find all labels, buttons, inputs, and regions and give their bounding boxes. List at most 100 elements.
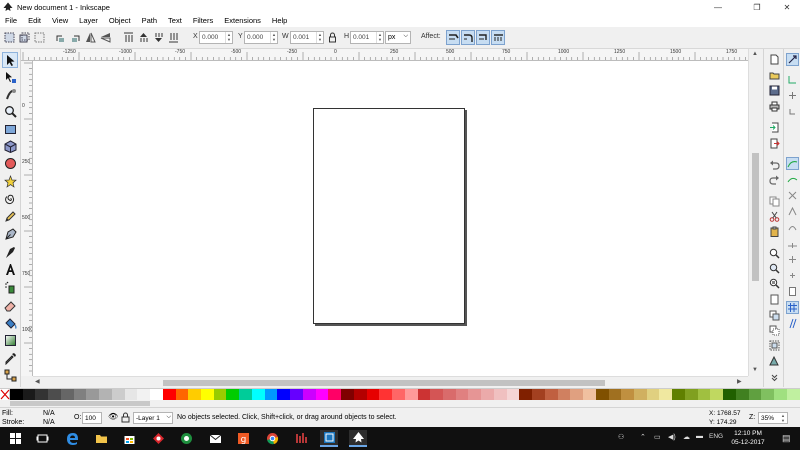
zoom-tool[interactable] <box>2 103 18 119</box>
palette-swatch[interactable] <box>595 389 609 400</box>
palette-swatch[interactable] <box>532 389 545 400</box>
menu-file[interactable]: File <box>2 16 17 25</box>
palette-swatch[interactable] <box>570 389 584 400</box>
palette-swatch[interactable] <box>379 389 393 400</box>
lower-to-bottom-button[interactable] <box>167 31 180 44</box>
fill-value[interactable]: N/A <box>43 410 55 417</box>
opacity-field[interactable]: 100 <box>82 412 102 424</box>
palette-swatch[interactable] <box>519 389 533 400</box>
network-icon[interactable]: ▭ <box>654 433 661 441</box>
taskbar-clock[interactable]: 12:10 PM 05-12-2017 <box>724 429 772 447</box>
palette-swatch[interactable] <box>506 389 520 400</box>
menu-extensions[interactable]: Extensions <box>221 16 261 25</box>
current-layer-select[interactable]: -Layer 1 ⌵ <box>133 412 173 424</box>
ellipse-tool[interactable] <box>2 155 18 171</box>
pen-tool[interactable] <box>2 226 18 242</box>
select-all-layers-button[interactable] <box>18 31 31 44</box>
palette-swatch[interactable] <box>150 389 163 400</box>
palette-swatch[interactable] <box>201 389 214 400</box>
hide-layer-toggle[interactable]: 👁 <box>108 412 118 421</box>
snap-cusp-button[interactable] <box>786 205 799 218</box>
import-button[interactable] <box>768 121 781 134</box>
gradient-tool[interactable] <box>2 332 18 348</box>
redo-button[interactable] <box>768 173 781 186</box>
zoom-selection-button[interactable] <box>768 247 781 260</box>
volume-icon[interactable]: ◀) <box>668 433 676 441</box>
menu-filters[interactable]: Filters <box>190 16 213 25</box>
drawing-canvas[interactable] <box>33 61 748 376</box>
rectangle-tool[interactable] <box>2 121 18 137</box>
snap-paths-button[interactable] <box>786 173 799 186</box>
zoom-spin-arrows-icon[interactable]: ▲ ▼ <box>781 413 787 423</box>
affect-stroke-width-button[interactable] <box>446 30 460 45</box>
document-page[interactable] <box>313 108 465 324</box>
flip-horizontal-button[interactable] <box>84 31 97 44</box>
print-button[interactable] <box>768 100 781 113</box>
group-button[interactable] <box>768 339 781 352</box>
palette-swatch[interactable] <box>786 389 800 400</box>
affect-gradients-button[interactable] <box>476 30 490 45</box>
horizontal-scrollbar[interactable]: ◀ ▶ <box>33 376 748 387</box>
palette-swatch[interactable] <box>735 389 749 400</box>
selector-tool[interactable] <box>2 52 18 68</box>
node-tool[interactable] <box>2 69 18 85</box>
affect-rounded-corners-button[interactable] <box>461 30 475 45</box>
snap-intersections-button[interactable] <box>786 189 799 202</box>
snap-bbox-corners-button[interactable] <box>786 105 799 118</box>
eraser-tool[interactable] <box>2 297 18 313</box>
palette-swatch[interactable] <box>493 389 507 400</box>
horizontal-scroll-thumb[interactable] <box>163 380 605 386</box>
zoom-field[interactable]: 35% ▲ ▼ <box>758 412 788 424</box>
palette-swatch[interactable] <box>659 389 673 400</box>
unlink-clone-button[interactable] <box>768 324 781 337</box>
taskbar-app-green[interactable] <box>177 430 195 447</box>
palette-swatch[interactable] <box>10 389 23 400</box>
palette-swatch[interactable] <box>353 389 367 400</box>
open-button[interactable] <box>768 69 781 82</box>
palette-swatch[interactable] <box>455 389 469 400</box>
w-field[interactable]: 0.001 ▲ ▼ <box>290 31 324 44</box>
more-commands-button[interactable] <box>768 371 781 384</box>
palette-swatch[interactable] <box>35 389 49 400</box>
menu-object[interactable]: Object <box>106 16 131 25</box>
calligraphy-tool[interactable] <box>2 244 18 260</box>
lock-proportions-button[interactable] <box>326 31 339 44</box>
palette-swatch[interactable] <box>226 389 240 400</box>
affect-patterns-button[interactable] <box>491 30 505 45</box>
palette-swatch[interactable] <box>684 389 698 400</box>
tweak-tool[interactable] <box>2 86 18 102</box>
battery-icon[interactable]: ▬ <box>696 433 703 440</box>
restore-button[interactable]: ❐ <box>744 0 770 14</box>
scroll-up-icon[interactable]: ▲ <box>752 51 758 57</box>
people-icon[interactable]: ⚇ <box>618 433 624 441</box>
menu-help[interactable]: Help <box>269 16 287 25</box>
w-spin-arrows-icon[interactable]: ▲ ▼ <box>316 32 323 43</box>
palette-swatch[interactable] <box>22 389 36 400</box>
snap-nodes-button[interactable] <box>786 157 799 170</box>
copy-button[interactable] <box>768 195 781 208</box>
taskbar-chrome[interactable] <box>263 430 281 447</box>
snap-midpoint-button[interactable] <box>786 237 799 250</box>
palette-swatch[interactable] <box>468 389 482 400</box>
palette-scrollbar[interactable] <box>0 400 800 407</box>
palette-swatch[interactable] <box>137 389 151 400</box>
dropper-tool[interactable] <box>2 350 18 366</box>
cut-button[interactable] <box>768 210 781 223</box>
palette-scroll-thumb[interactable] <box>10 401 150 406</box>
palette-swatch[interactable] <box>481 389 494 400</box>
palette-swatch[interactable] <box>710 389 724 400</box>
3d-box-tool[interactable] <box>2 138 18 154</box>
palette-swatch[interactable] <box>315 389 329 400</box>
palette-swatch[interactable] <box>302 389 316 400</box>
snap-bbox-button[interactable] <box>786 73 799 86</box>
palette-swatch[interactable] <box>672 389 685 400</box>
palette-swatch[interactable] <box>86 389 100 400</box>
palette-swatch[interactable] <box>646 389 660 400</box>
taskbar-app-equalizer[interactable] <box>292 430 310 447</box>
palette-swatch[interactable] <box>544 389 558 400</box>
y-field[interactable]: 0.000 ▲ ▼ <box>244 31 278 44</box>
connector-tool[interactable] <box>2 367 18 383</box>
pencil-tool[interactable] <box>2 208 18 224</box>
palette-swatch[interactable] <box>48 389 61 400</box>
minimize-button[interactable]: — <box>705 0 731 14</box>
